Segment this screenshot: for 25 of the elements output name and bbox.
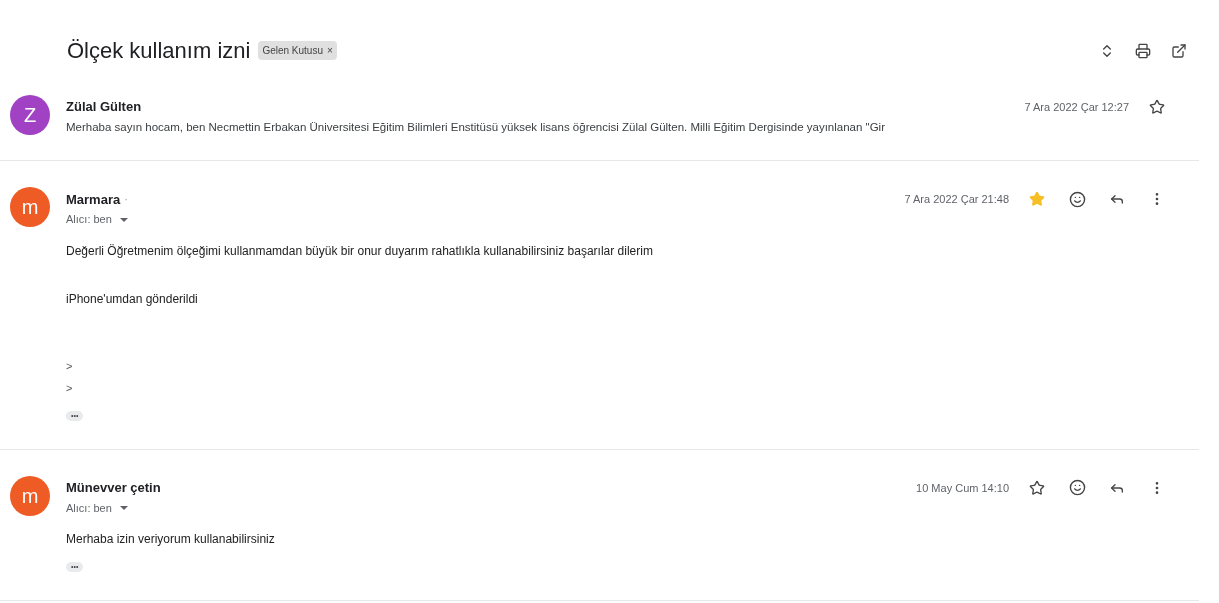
sender-dot: ·: [124, 192, 128, 207]
message-date: 7 Ara 2022 Çar 12:27: [1024, 99, 1129, 115]
label-text: Gelen Kutusu: [262, 44, 323, 58]
caret-icon: [119, 217, 128, 222]
sender-name: Zülal Gülten: [66, 98, 142, 117]
quote-mark: >: [66, 381, 74, 397]
recipient-dropdown[interactable]: Alıcı: ben: [66, 211, 128, 228]
remove-label-button[interactable]: ×: [327, 43, 333, 58]
print-icon[interactable]: [1135, 42, 1151, 59]
email-subject: Ölçek kullanım izni: [67, 37, 251, 65]
quote-mark: >: [66, 358, 74, 374]
message-date: 10 May Cum 14:10: [916, 480, 1009, 496]
message-snippet: Merhaba sayın hocam, ben Necmettin Erbakan Üniversitesi Eğitim Bilimleri Enstitüsü yüksek lisans öğrencisi Zülal Gülten. Milli Eğitim Dergisinde yayınlanan "Gir: [66, 120, 886, 135]
message-text: iPhone'umdan gönderildi: [66, 290, 199, 308]
message-text: Merhaba izin veriyorum kullanabilirsiniz: [66, 531, 276, 549]
avatar: m: [10, 187, 50, 228]
message-date: 7 Ara 2022 Çar 21:48: [904, 192, 1009, 207]
sender-name: Münevver çetin: [66, 479, 161, 497]
open-new-window-icon[interactable]: [1171, 42, 1187, 59]
message-text: Değerli Öğretmenim ölçeğimi kullanmamdan büyük bir onur duyarım rahatlıkla kullanabilirsiniz başarılar dilerim: [66, 242, 654, 260]
recipient-dropdown[interactable]: Alıcı: ben: [66, 499, 128, 517]
caret-icon: [119, 506, 128, 510]
sender-name: Marmara: [66, 190, 121, 209]
avatar: m: [10, 475, 50, 516]
avatar: Z: [10, 95, 50, 135]
